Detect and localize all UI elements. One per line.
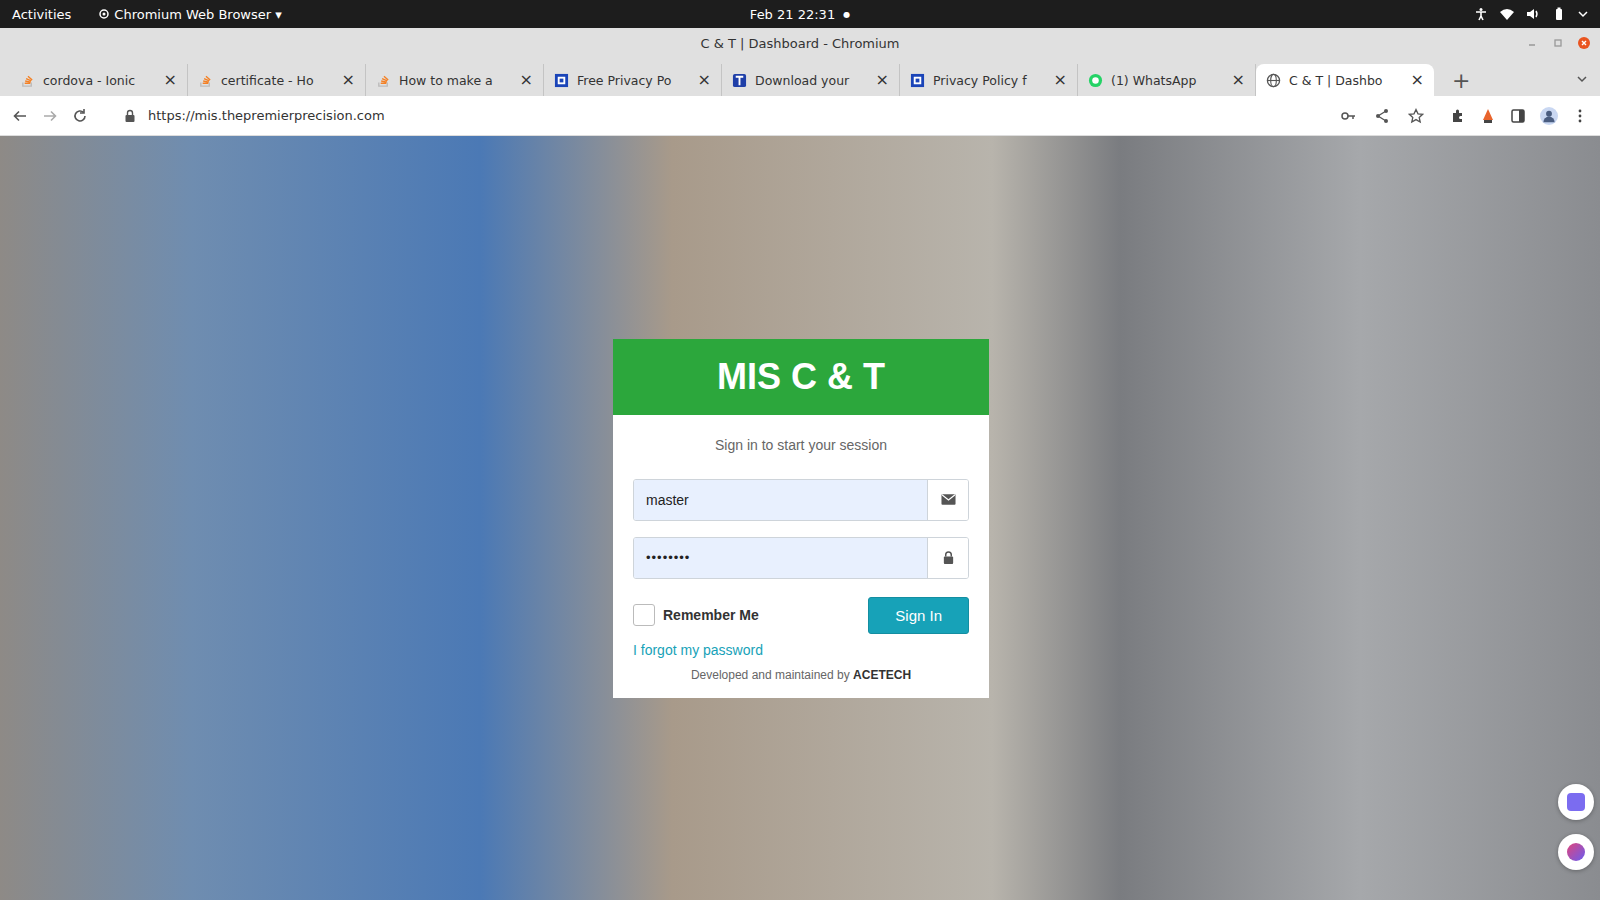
browser-tab[interactable]: (1) WhatsApp × <box>1078 64 1256 96</box>
forward-icon[interactable] <box>42 108 58 124</box>
translate-bubble-icon[interactable] <box>1558 784 1594 820</box>
menu-dots-icon[interactable] <box>1572 108 1588 124</box>
browser-tab[interactable]: Download your × <box>722 64 900 96</box>
battery-icon[interactable] <box>1552 7 1566 21</box>
tab-close-button[interactable]: × <box>1054 72 1067 88</box>
profile-icon[interactable] <box>1540 107 1558 125</box>
lock-icon <box>941 551 956 564</box>
tab-label: Download your <box>755 73 868 88</box>
tab-close-button[interactable]: × <box>342 72 355 88</box>
tab-strip: cordova - Ionic×certificate - Ho×How to … <box>0 58 1600 96</box>
tab-close-button[interactable]: × <box>164 72 177 88</box>
app-menu[interactable]: Chromium Web Browser ▾ <box>99 7 281 22</box>
tab-label: (1) WhatsApp <box>1111 73 1224 88</box>
wifi-icon[interactable] <box>1500 7 1514 21</box>
tab-label: certificate - Ho <box>221 73 334 88</box>
tab-label: Free Privacy Po <box>577 73 690 88</box>
login-header: MIS C & T <box>613 339 989 415</box>
maximize-icon[interactable] <box>1552 37 1564 49</box>
username-field: master <box>633 479 969 521</box>
envelope-icon <box>941 493 956 506</box>
extension-pin-icon[interactable] <box>1480 108 1496 124</box>
clock[interactable]: Feb 21 22:31● <box>750 7 850 22</box>
document-icon <box>732 73 747 88</box>
share-icon[interactable] <box>1374 108 1390 124</box>
window-title: C & T | Dashboard - Chromium <box>700 36 899 51</box>
login-subtitle: Sign in to start your session <box>633 437 969 453</box>
stackoverflow-icon <box>198 73 213 88</box>
password-field: •••••••• <box>633 537 969 579</box>
whatsapp-icon <box>1088 73 1103 88</box>
browser-tab[interactable]: How to make a × <box>366 64 544 96</box>
username-input[interactable]: master <box>634 480 927 520</box>
developer-credit: Developed and maintained by ACETECH <box>633 668 969 682</box>
termly-icon <box>910 73 925 88</box>
forgot-password-link[interactable]: I forgot my password <box>633 642 969 658</box>
tab-label: cordova - Ionic <box>43 73 156 88</box>
back-icon[interactable] <box>12 108 28 124</box>
tab-close-button[interactable]: × <box>1411 72 1424 88</box>
browser-tab[interactable]: Privacy Policy f × <box>900 64 1078 96</box>
menu-arrow-icon[interactable] <box>1578 9 1588 19</box>
tab-label: How to make a <box>399 73 512 88</box>
activities-button[interactable]: Activities <box>12 7 71 22</box>
tab-close-button[interactable]: × <box>876 72 889 88</box>
login-card: MIS C & T Sign in to start your session ma… <box>613 339 989 698</box>
volume-icon[interactable] <box>1526 7 1540 21</box>
browser-tab[interactable]: certificate - Ho × <box>188 64 366 96</box>
browser-tab[interactable]: C & T | Dashbo × <box>1256 64 1434 96</box>
minimize-icon[interactable] <box>1526 37 1538 49</box>
page-background-photo: MIS C & T Sign in to start your session ma… <box>0 136 1600 900</box>
sign-in-button[interactable]: Sign In <box>868 597 969 634</box>
url-field[interactable]: https://mis.thepremierprecision.com <box>112 101 1436 131</box>
tab-label: Privacy Policy f <box>933 73 1046 88</box>
browser-tab[interactable]: cordova - Ionic × <box>10 64 188 96</box>
assistant-bubble-icon[interactable] <box>1558 834 1594 870</box>
browser-tab[interactable]: Free Privacy Po × <box>544 64 722 96</box>
url-text: https://mis.thepremierprecision.com <box>148 108 1328 123</box>
app-title: MIS C & T <box>717 356 885 398</box>
chromium-icon <box>99 9 109 19</box>
new-tab-button[interactable]: + <box>1434 64 1488 96</box>
close-icon[interactable] <box>1578 37 1590 49</box>
top-bar: Activities Chromium Web Browser ▾ Feb 21 … <box>0 0 1600 28</box>
remember-me-checkbox[interactable]: Remember Me <box>633 604 759 626</box>
tab-search-icon[interactable] <box>1576 73 1588 85</box>
side-panel-icon[interactable] <box>1510 108 1526 124</box>
termly-icon <box>554 73 569 88</box>
address-bar: https://mis.thepremierprecision.com <box>0 96 1600 136</box>
bookmark-star-icon[interactable] <box>1408 108 1424 124</box>
password-input[interactable]: •••••••• <box>634 538 927 578</box>
tab-close-button[interactable]: × <box>1232 72 1245 88</box>
stackoverflow-icon <box>20 73 35 88</box>
tab-label: C & T | Dashbo <box>1289 73 1403 88</box>
key-icon[interactable] <box>1340 108 1356 124</box>
extension-icon[interactable] <box>1450 108 1466 124</box>
window-title-bar: C & T | Dashboard - Chromium <box>0 28 1600 58</box>
globe-icon <box>1266 73 1281 88</box>
accessibility-icon[interactable] <box>1474 7 1488 21</box>
checkbox-box[interactable] <box>633 604 655 626</box>
lock-icon[interactable] <box>124 109 136 123</box>
stackoverflow-icon <box>376 73 391 88</box>
tab-close-button[interactable]: × <box>698 72 711 88</box>
tab-close-button[interactable]: × <box>520 72 533 88</box>
desktop: Activities Chromium Web Browser ▾ Feb 21 … <box>0 0 1600 900</box>
reload-icon[interactable] <box>72 108 88 124</box>
